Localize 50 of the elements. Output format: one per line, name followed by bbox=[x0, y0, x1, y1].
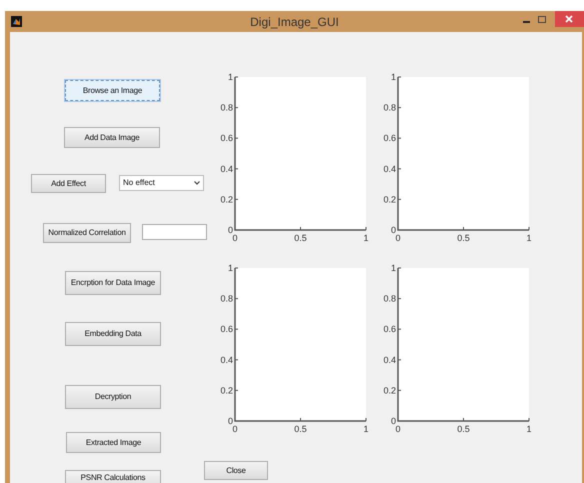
caret-icon bbox=[194, 181, 200, 185]
x-tick-label: 1 bbox=[363, 424, 369, 434]
y-tick-label: 0.2 bbox=[383, 385, 396, 396]
y-tick-label: 0.2 bbox=[220, 194, 233, 204]
close-button[interactable]: Close bbox=[204, 461, 268, 480]
y-tick-label: 0.6 bbox=[383, 133, 396, 144]
y-tick-label: 0.8 bbox=[383, 102, 396, 113]
x-tick-label: 0.5 bbox=[457, 233, 470, 243]
x-tick-label: 0.5 bbox=[457, 424, 470, 434]
y-tick-label: 0.8 bbox=[220, 102, 233, 113]
y-tick-label: 0.4 bbox=[220, 354, 233, 365]
y-tick-label: 1 bbox=[390, 72, 396, 82]
maximize-icon[interactable] bbox=[538, 16, 546, 23]
x-tick-label: 1 bbox=[526, 233, 532, 243]
input-field[interactable] bbox=[142, 224, 207, 240]
action-button[interactable]: Normalized Correlation bbox=[43, 223, 131, 243]
action-button[interactable]: Encrption for Data Image bbox=[65, 271, 161, 295]
y-tick-label: 0.6 bbox=[220, 324, 233, 334]
y-tick-label: 0 bbox=[390, 225, 396, 235]
y-tick-label: 0 bbox=[228, 225, 233, 235]
x-tick-label: 1 bbox=[526, 424, 532, 434]
close-icon[interactable] bbox=[555, 11, 584, 27]
y-tick-label: 0.6 bbox=[220, 133, 233, 144]
y-tick-label: 0 bbox=[390, 416, 396, 426]
action-button[interactable]: Embedding Data bbox=[65, 322, 161, 346]
y-tick-label: 0.8 bbox=[383, 294, 396, 304]
x-tick-label: 1 bbox=[363, 233, 369, 243]
window-title: Digi_Image_GUI bbox=[249, 14, 340, 30]
y-tick-label: 0.2 bbox=[220, 385, 233, 396]
y-tick-label: 0.6 bbox=[383, 324, 396, 334]
effect-dropdown[interactable]: No effect bbox=[119, 175, 204, 191]
y-tick-label: 0.4 bbox=[383, 354, 396, 365]
x-tick-label: 0.5 bbox=[294, 424, 307, 434]
y-tick-label: 0.4 bbox=[220, 164, 233, 174]
y-tick-label: 0.4 bbox=[383, 164, 396, 174]
action-button[interactable]: Extracted Image bbox=[66, 432, 161, 453]
y-tick-label: 0 bbox=[228, 416, 233, 426]
y-tick-label: 0.8 bbox=[220, 294, 233, 304]
action-button[interactable]: Browse an Image bbox=[65, 80, 160, 101]
app-icon bbox=[11, 16, 22, 27]
action-button[interactable]: Add Data Image bbox=[64, 127, 160, 148]
action-button[interactable]: Add Effect bbox=[31, 174, 106, 193]
y-tick-label: 0.2 bbox=[383, 194, 396, 204]
x-tick-label: 0.5 bbox=[294, 233, 307, 243]
y-tick-label: 1 bbox=[390, 263, 396, 273]
action-button[interactable]: PSNR Calculations bbox=[65, 470, 161, 483]
y-tick-label: 1 bbox=[228, 263, 233, 273]
y-tick-label: 1 bbox=[228, 72, 233, 82]
action-button[interactable]: Decryption bbox=[65, 385, 161, 409]
minimize-icon[interactable] bbox=[523, 21, 530, 24]
